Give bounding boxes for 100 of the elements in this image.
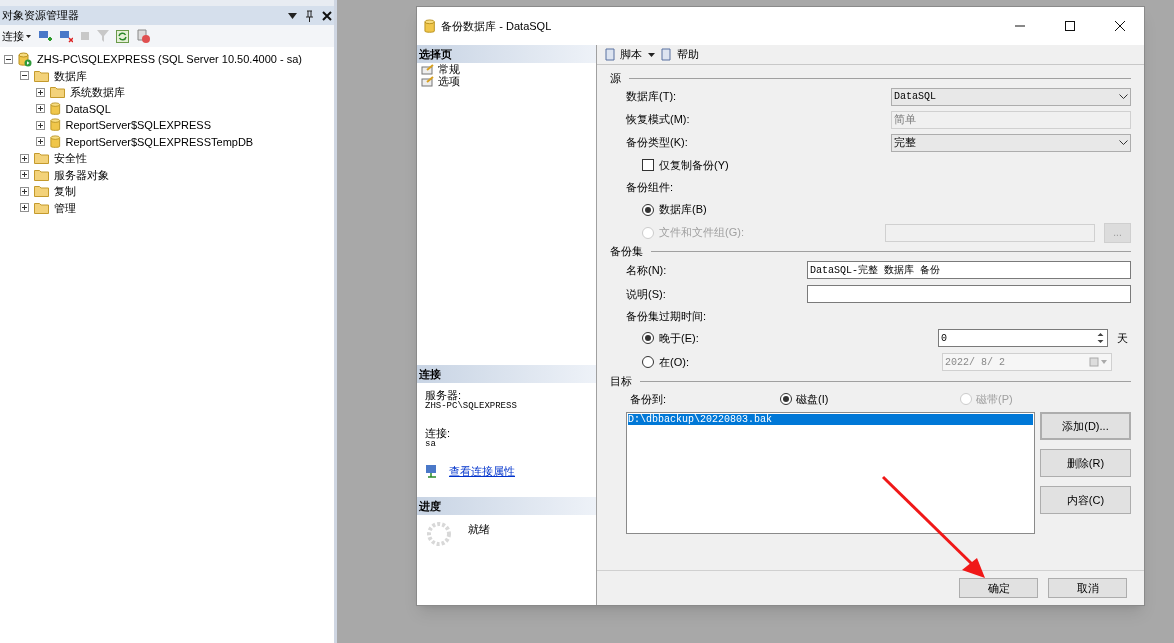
radio-label: 晚于(E): [659,330,700,346]
connection-properties-link[interactable]: 查看连接属性 [449,463,515,480]
dropdown-icon[interactable] [648,52,655,57]
chevron-down-icon [1119,94,1128,99]
page-item[interactable]: 常规 [438,63,460,75]
radio-button[interactable] [642,332,654,344]
field-label: 备份组件: [626,179,674,195]
field-label: 备份类型(K): [626,135,689,151]
tree-item[interactable]: 服务器对象 [54,166,109,183]
expand-icon[interactable] [36,137,45,147]
input-field[interactable] [807,285,1131,303]
dropdown[interactable]: 完整 [891,133,1131,152]
maximize-icon[interactable] [1065,21,1075,31]
tree-item[interactable]: 系统数据库 [70,84,125,101]
page-item[interactable]: 选项 [438,75,460,87]
radio-button[interactable] [780,393,792,405]
database-icon [50,101,61,116]
radio-label: 磁盘(I) [796,391,829,407]
script-button[interactable]: 脚本 [620,46,642,63]
radio-label: 数据库(B) [659,202,708,218]
refresh-icon[interactable] [116,29,129,43]
pin-icon[interactable] [305,9,314,22]
connect-dropdown[interactable]: 连接 [2,27,31,45]
field-label: 备份集过期时间: [626,308,707,324]
section-header: 进度 [417,497,596,515]
section-header: 连接 [417,365,596,383]
field-label: 备份到: [630,391,668,407]
expand-icon[interactable] [36,120,45,130]
tree-item[interactable]: ReportServer$SQLEXPRESS [65,117,211,134]
side-button[interactable]: 添加(D)... [1040,412,1131,440]
read-only-field: 简单 [891,110,1131,129]
radio-button[interactable] [642,356,654,368]
spinner-arrows-icon[interactable] [1096,331,1105,345]
expand-icon[interactable] [36,87,45,97]
tree-item[interactable]: 安全性 [54,150,87,167]
database-icon [50,118,61,133]
footer-button[interactable]: 确定 [959,578,1038,598]
progress-status: 就绪 [468,522,490,537]
collapse-icon[interactable] [4,54,13,64]
folder-icon [34,69,49,82]
caret-icon [26,34,31,38]
window-title: 备份数据库 - DataSQL [441,18,553,34]
close-icon[interactable] [322,10,332,21]
expand-icon[interactable] [20,186,29,196]
collapse-icon[interactable] [20,71,29,81]
expand-icon[interactable] [20,153,29,163]
server-icon [18,51,32,67]
side-button[interactable]: 内容(C) [1040,486,1131,514]
login-label: 连接: [425,427,452,439]
server-name: ZHS-PC\SQLEXPRESS [425,401,518,411]
database-icon [424,18,436,34]
expand-icon[interactable] [20,170,29,180]
expand-icon[interactable] [36,104,45,114]
group-heading: 目标 [610,373,632,389]
number-spinner[interactable]: 0 [938,329,1108,347]
list-item[interactable]: D:\dbbackup\20220803.bak [628,414,1033,425]
script-icon [603,48,616,61]
database-icon [50,134,61,149]
folder-icon [34,201,49,214]
dropdown[interactable]: DataSQL [891,87,1131,106]
radio-button[interactable] [642,203,654,216]
footer-button[interactable]: 取消 [1048,578,1127,598]
radio-label: 磁带(P) [976,391,1013,407]
chevron-down-icon [1119,140,1128,145]
unit-label: 天 [1117,330,1129,346]
server-label: 服务器: [425,388,462,401]
login-name: sa [425,439,437,449]
side-button[interactable]: 删除(R) [1040,449,1131,477]
date-picker[interactable]: 2022/ 8/ 2 [942,353,1112,371]
checkbox[interactable] [642,159,654,171]
tree-item[interactable]: ReportServer$SQLEXPRESSTempDB [65,133,254,150]
section-header: 选择页 [417,45,596,63]
spinner-icon [426,521,452,547]
close-icon[interactable] [1115,21,1125,31]
group-heading: 源 [610,70,621,86]
folder-icon [34,185,49,198]
disconnect-icon[interactable] [59,29,73,43]
help-icon [661,48,673,61]
tree-item[interactable]: ZHS-PC\SQLEXPRESS (SQL Server 10.50.4000 - sa) [37,51,302,68]
field-label: 恢复模式(M): [626,112,691,128]
group-heading: 备份集 [610,243,643,259]
tree-item[interactable]: 数据库 [54,67,87,84]
tree-item[interactable]: DataSQL [65,100,111,117]
input-field[interactable]: DataSQL-完整 数据库 备份 [807,261,1131,279]
page-icon [421,75,435,87]
connect-icon[interactable] [38,29,52,43]
folder-icon [50,86,65,99]
connection-properties-icon [425,464,439,479]
folder-icon [34,168,49,181]
expand-icon[interactable] [20,203,29,213]
tree-item[interactable]: 复制 [54,183,76,200]
radio-label: 文件和文件组(G): [659,225,745,241]
folder-icon [34,152,49,165]
panel-title: 对象资源管理器 [2,8,80,24]
tree-item[interactable]: 管理 [54,199,76,216]
help-button[interactable]: 帮助 [677,46,699,63]
dropdown-icon[interactable] [288,12,297,19]
script-stop-icon[interactable] [136,28,151,44]
page-icon [421,63,435,75]
field-label: 名称(N): [626,262,668,278]
